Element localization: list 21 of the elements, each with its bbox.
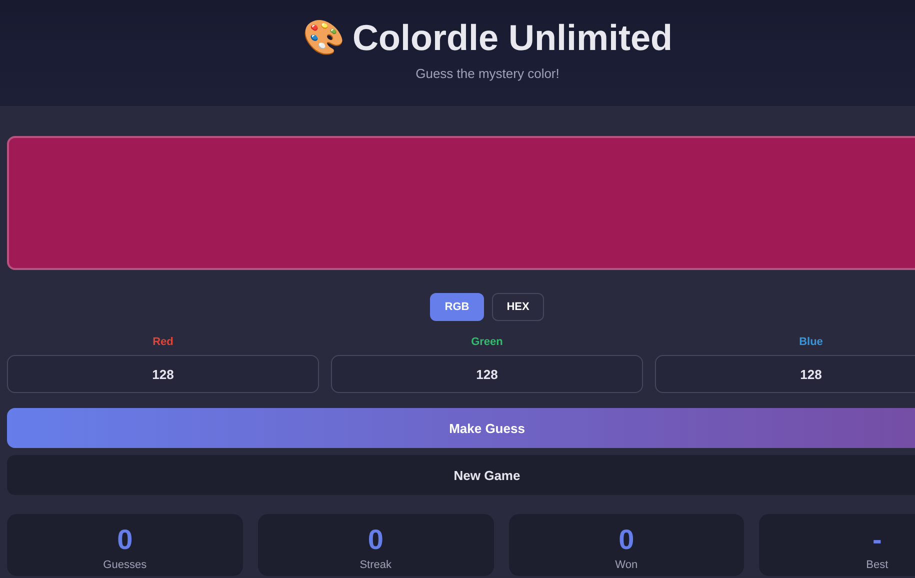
stat-label: Won: [615, 558, 638, 572]
channel-label: Red: [152, 335, 174, 349]
stat-value: 0: [618, 524, 634, 556]
stat-value: 0: [368, 524, 384, 556]
palette-icon: 🎨: [302, 21, 344, 55]
stat-label: Guesses: [103, 558, 147, 572]
stat-value: -: [872, 524, 882, 556]
stat-value: 0: [117, 524, 133, 556]
channel-input-field[interactable]: 128: [331, 355, 643, 393]
channel-input-field[interactable]: 128: [655, 355, 915, 393]
stat-label: Best: [866, 558, 888, 572]
new-game-button[interactable]: New Game: [7, 455, 915, 495]
channel-label: Green: [471, 335, 503, 349]
make-guess-button[interactable]: Make Guess: [7, 408, 915, 448]
mode-tab[interactable]: HEX: [492, 293, 544, 321]
stat-label: Streak: [360, 558, 392, 572]
channel-label: Blue: [799, 335, 823, 349]
app-title: Colordle Unlimited: [352, 16, 672, 60]
mode-tab[interactable]: RGB: [430, 293, 484, 321]
channel-input-field[interactable]: 128: [7, 355, 319, 393]
subtitle: Guess the mystery color!: [416, 66, 560, 81]
